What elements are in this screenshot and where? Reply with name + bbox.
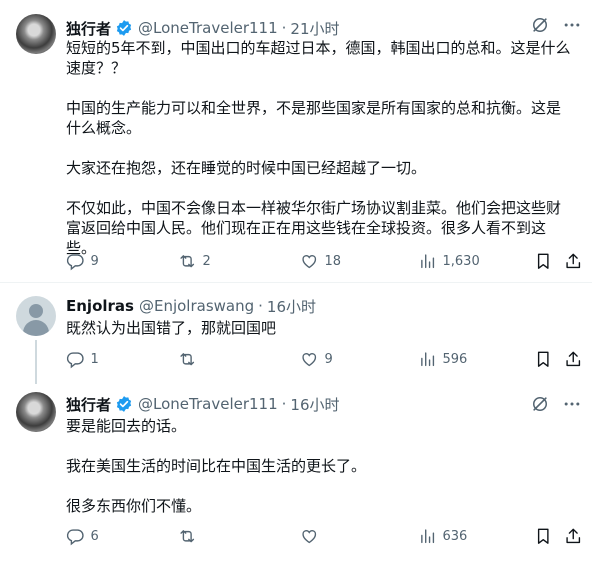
retweet-icon bbox=[178, 350, 197, 369]
timestamp[interactable]: 16小时 bbox=[267, 296, 316, 317]
author-handle[interactable]: @Enjolraswang bbox=[139, 297, 254, 315]
verified-badge-icon bbox=[115, 395, 133, 413]
separator-dot: · bbox=[281, 395, 287, 413]
views-button[interactable]: 596 bbox=[418, 350, 467, 369]
separator-dot: · bbox=[258, 297, 263, 315]
bookmark-icon bbox=[534, 350, 553, 369]
retweet-button[interactable]: 2 bbox=[178, 252, 211, 271]
tweet-actions: 6 636 bbox=[66, 527, 582, 547]
like-count: 18 bbox=[324, 253, 342, 269]
separator-dot: · bbox=[281, 19, 287, 37]
view-count: 1,630 bbox=[442, 253, 480, 269]
heart-icon bbox=[300, 527, 319, 546]
timestamp[interactable]: 16小时 bbox=[290, 394, 339, 415]
tweet-text: 短短的5年不到，中国出口的车超过日本，德国，韩国出口的总和。这是什么速度？？ 中… bbox=[66, 38, 572, 258]
avatar[interactable] bbox=[16, 296, 56, 336]
views-chart-icon bbox=[418, 350, 437, 369]
author-name[interactable]: Enjolras bbox=[66, 297, 134, 315]
tweet-paragraph: 大家还在抱怨，还在睡觉的时候中国已经超越了一切。 bbox=[66, 159, 427, 177]
share-icon bbox=[564, 527, 583, 546]
tweet-divider bbox=[0, 282, 592, 283]
avatar[interactable] bbox=[16, 392, 56, 432]
share-button[interactable] bbox=[564, 527, 583, 546]
tweet-paragraph: 既然认为出国错了，那就回国吧 bbox=[66, 319, 277, 337]
tweet-header: 独行者 @LoneTraveler111 · 16小时 bbox=[66, 394, 340, 414]
verified-badge-icon bbox=[115, 19, 133, 37]
reply-icon bbox=[66, 252, 85, 271]
tweet-header: 独行者 @LoneTraveler111 · 21小时 bbox=[66, 18, 340, 38]
reply-count: 9 bbox=[90, 253, 99, 269]
grok-icon[interactable] bbox=[530, 394, 550, 414]
heart-icon bbox=[300, 252, 319, 271]
author-name[interactable]: 独行者 bbox=[66, 18, 111, 39]
thread-connector-line bbox=[35, 340, 37, 384]
tweet-paragraph: 不仅如此，中国不会像日本一样被华尔街广场协议割韭菜。他们会把这些财富返回给中国人… bbox=[66, 199, 562, 257]
author-handle[interactable]: @LoneTraveler111 bbox=[138, 19, 278, 37]
share-button[interactable] bbox=[564, 252, 583, 271]
timestamp[interactable]: 21小时 bbox=[290, 18, 339, 39]
tweet[interactable]: 独行者 @LoneTraveler111 · 16小时 要是能回去的话。 我在美… bbox=[0, 392, 592, 552]
views-chart-icon bbox=[418, 252, 437, 271]
tweet-header: Enjolras @Enjolraswang · 16小时 bbox=[66, 296, 316, 316]
views-button[interactable]: 636 bbox=[418, 527, 467, 546]
heart-icon bbox=[300, 350, 319, 369]
avatar-head-shape bbox=[29, 304, 43, 318]
more-options-icon[interactable] bbox=[562, 394, 582, 414]
views-button[interactable]: 1,630 bbox=[418, 252, 480, 271]
author-handle[interactable]: @LoneTraveler111 bbox=[138, 395, 278, 413]
grok-icon[interactable] bbox=[530, 15, 550, 35]
share-button[interactable] bbox=[564, 350, 583, 369]
reply-count: 6 bbox=[90, 528, 99, 544]
tweet[interactable]: 独行者 @LoneTraveler111 · 21小时 短短的5年不到，中国出口… bbox=[0, 14, 592, 276]
reply-button[interactable]: 6 bbox=[66, 527, 99, 546]
avatar[interactable] bbox=[16, 14, 56, 54]
like-button[interactable]: 9 bbox=[300, 350, 333, 369]
like-button[interactable] bbox=[300, 527, 319, 546]
share-icon bbox=[564, 252, 583, 271]
retweet-icon bbox=[178, 252, 197, 271]
tweet-top-actions bbox=[530, 15, 582, 35]
tweet-paragraph: 短短的5年不到，中国出口的车超过日本，德国，韩国出口的总和。这是什么速度？？ bbox=[66, 39, 571, 77]
reply-button[interactable]: 1 bbox=[66, 350, 99, 369]
bookmark-button[interactable] bbox=[534, 350, 553, 369]
bookmark-icon bbox=[534, 527, 553, 546]
reply-icon bbox=[66, 527, 85, 546]
reply-count: 1 bbox=[90, 351, 99, 367]
view-count: 636 bbox=[442, 528, 468, 544]
views-chart-icon bbox=[418, 527, 437, 546]
bookmark-icon bbox=[534, 252, 553, 271]
share-icon bbox=[564, 350, 583, 369]
tweet-paragraph: 要是能回去的话。 bbox=[66, 417, 187, 435]
tweet-text: 既然认为出国错了，那就回国吧 bbox=[66, 318, 572, 338]
reply-icon bbox=[66, 350, 85, 369]
tweet-paragraph: 中国的生产能力可以和全世界，不是那些国家是所有国家的总和抗衡。这是什么概念。 bbox=[66, 99, 562, 137]
tweet-top-actions bbox=[530, 394, 582, 414]
tweet[interactable]: Enjolras @Enjolraswang · 16小时 既然认为出国错了，那… bbox=[0, 296, 592, 374]
like-count: 9 bbox=[324, 351, 333, 367]
tweet-paragraph: 很多东西你们不懂。 bbox=[66, 497, 202, 515]
retweet-button[interactable] bbox=[178, 527, 197, 546]
like-button[interactable]: 18 bbox=[300, 252, 341, 271]
bookmark-button[interactable] bbox=[534, 252, 553, 271]
tweet-actions: 1 9 596 bbox=[66, 350, 582, 370]
avatar-body-shape bbox=[23, 320, 49, 336]
author-name[interactable]: 独行者 bbox=[66, 394, 111, 415]
view-count: 596 bbox=[442, 351, 468, 367]
retweet-button[interactable] bbox=[178, 350, 197, 369]
more-options-icon[interactable] bbox=[562, 15, 582, 35]
tweet-paragraph: 我在美国生活的时间比在中国生活的更长了。 bbox=[66, 457, 367, 475]
reply-button[interactable]: 9 bbox=[66, 252, 99, 271]
bookmark-button[interactable] bbox=[534, 527, 553, 546]
retweet-count: 2 bbox=[202, 253, 211, 269]
retweet-icon bbox=[178, 527, 197, 546]
tweet-actions: 9 2 18 1,630 bbox=[66, 252, 582, 272]
tweet-text: 要是能回去的话。 我在美国生活的时间比在中国生活的更长了。 很多东西你们不懂。 bbox=[66, 416, 572, 516]
